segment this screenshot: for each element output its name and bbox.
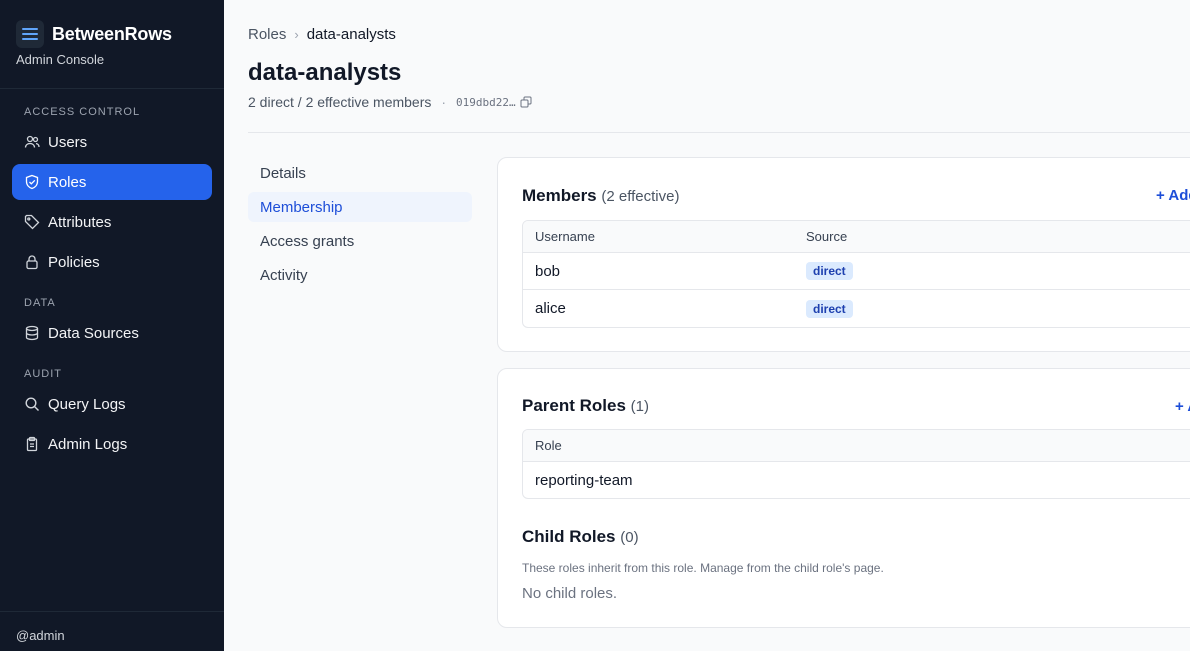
members-count: (2 effective) [601,188,680,205]
table-row[interactable]: reporting-team [523,462,1190,498]
breadcrumb: Roles › data-analysts [248,26,396,43]
page-title: data-analysts [248,59,402,86]
users-icon [24,135,40,148]
child-roles-count: (0) [620,529,639,546]
sidebar: BetweenRows Admin Console ACCESS CONTROL… [0,0,224,651]
tab-details[interactable]: Details [248,158,472,188]
parent-roles-heading: Parent Roles [522,396,626,415]
source-badge: direct [806,299,853,318]
menu-icon[interactable] [16,20,44,48]
column-header-source: Source [806,229,848,244]
sidebar-item-label: Users [48,133,88,151]
table-row[interactable]: bob direct [523,253,1190,290]
section-label-access-control: ACCESS CONTROL [24,106,141,118]
copy-icon[interactable] [520,96,532,108]
breadcrumb-link-roles[interactable]: Roles [248,26,286,43]
sidebar-item-admin-logs[interactable]: Admin Logs [12,426,212,462]
sidebar-item-attributes[interactable]: Attributes [12,204,212,240]
sidebar-footer-divider [0,611,224,612]
child-roles-heading: Child Roles [522,527,616,546]
sidebar-item-label: Roles [48,173,87,191]
table-header: Username Source [523,221,1190,253]
brand-title: BetweenRows [52,23,172,44]
section-label-audit: AUDIT [24,368,62,380]
members-title: Members (2 effective) [522,186,679,206]
sidebar-item-label: Policies [48,253,100,271]
current-user[interactable]: @admin [16,628,65,643]
tab-membership[interactable]: Membership [248,192,472,222]
member-username: alice [535,300,566,317]
sidebar-divider [0,88,224,89]
sidebar-item-label: Admin Logs [48,435,128,453]
parent-role-name[interactable]: reporting-team [523,472,794,489]
tag-icon [24,214,40,230]
breadcrumb-current: data-analysts [306,26,396,43]
database-icon [25,325,39,341]
page-subtitle: 2 direct / 2 effective members · 019dbd2… [248,94,532,110]
members-table: Username Source bob direct alice direct [522,220,1190,328]
tab-access-grants[interactable]: Access grants [248,226,472,256]
lock-icon [26,255,38,270]
add-parent-role-button[interactable]: + Add [1175,398,1190,415]
role-id: 019dbd22… [456,95,516,109]
section-label-data: DATA [24,297,56,309]
column-header-username: Username [535,229,595,244]
child-roles-empty: No child roles. [522,585,618,602]
header-divider [248,132,1190,133]
member-summary: 2 direct / 2 effective members [248,94,432,110]
brand: BetweenRows [16,20,172,48]
add-member-button[interactable]: + Add [1156,187,1190,204]
sidebar-item-data-sources[interactable]: Data Sources [12,315,212,351]
members-heading: Members [522,186,597,205]
sidebar-item-policies[interactable]: Policies [12,244,212,280]
member-username: bob [535,262,561,280]
members-card: Members (2 effective) + Add Username Sou… [497,157,1190,352]
search-icon [25,397,39,411]
parent-roles-title: Parent Roles (1) [522,396,649,416]
source-badge: direct [806,262,853,280]
sidebar-item-label: Attributes [48,213,112,231]
sidebar-item-label: Query Logs [48,395,126,413]
sidebar-item-users[interactable]: Users [12,124,212,160]
sidebar-item-query-logs[interactable]: Query Logs [12,386,212,422]
child-roles-help: These roles inherit from this role. Mana… [522,561,884,575]
parent-roles-table: Role reporting-team [522,429,1190,499]
shield-icon [25,174,39,190]
sidebar-item-label: Data Sources [48,324,139,342]
table-row[interactable]: alice direct [523,290,1190,327]
separator-dot: · [441,94,447,110]
chevron-right-icon: › [294,27,299,42]
child-roles-title: Child Roles (0) [522,527,639,547]
table-header: Role [523,430,1190,462]
tab-activity[interactable]: Activity [248,260,472,290]
sidebar-item-roles[interactable]: Roles [12,164,212,200]
roles-card: Parent Roles (1) + Add Role reporting-te… [497,368,1190,628]
parent-roles-count: (1) [630,398,650,415]
clipboard-icon [26,436,38,452]
column-header-role: Role [535,438,562,453]
brand-subtitle: Admin Console [16,52,105,67]
